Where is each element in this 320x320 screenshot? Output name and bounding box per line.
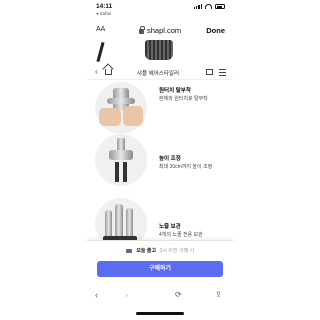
url-text: shapl.com bbox=[147, 26, 182, 35]
feature-image bbox=[95, 82, 147, 134]
shipping-info: 오늘 출고 3시 이전 구매 시 bbox=[87, 247, 233, 254]
shipping-title: 오늘 출고 bbox=[136, 248, 157, 254]
site-nav: ‹ 샤플 헤어스타일러 bbox=[87, 66, 233, 80]
shipping-sub: 3시 이전 구매 시 bbox=[159, 248, 195, 254]
feature-image bbox=[95, 134, 147, 186]
battery-icon bbox=[215, 4, 225, 9]
status-time: 14:11 bbox=[96, 3, 113, 10]
feature-title: 노즐 보관 bbox=[159, 224, 181, 230]
feature-title: 원터치 탈부착 bbox=[159, 88, 191, 94]
purchase-sheet: 오늘 출고 3시 이전 구매 시 구매하기 bbox=[87, 240, 233, 288]
hero-image bbox=[87, 40, 233, 64]
brand-title[interactable]: 샤플 헤어스타일러 bbox=[137, 69, 179, 77]
buy-button[interactable]: 구매하기 bbox=[97, 261, 223, 277]
feature-description: 본체와 원터치로 탈부착 bbox=[159, 96, 208, 102]
back-icon[interactable]: ‹ bbox=[95, 67, 98, 76]
mobile-screen: 14:11 ◂ Safari AA shapl.com Done ‹ 샤플 헤어… bbox=[87, 0, 233, 320]
hero-stroke-graphic bbox=[96, 41, 105, 63]
home-indicator[interactable] bbox=[136, 312, 184, 315]
feature-one-touch: 원터치 탈부착 본체와 원터치로 탈부착 bbox=[87, 80, 233, 140]
signal-icon bbox=[193, 4, 202, 9]
bag-icon[interactable] bbox=[206, 69, 213, 75]
status-bar: 14:11 ◂ Safari bbox=[87, 0, 233, 18]
lock-icon bbox=[139, 25, 145, 34]
feature-description: 최대 30cm까지 높이 조정 bbox=[159, 164, 213, 170]
hero-product-image bbox=[145, 40, 173, 60]
text-size-button[interactable]: AA bbox=[96, 26, 105, 33]
truck-icon bbox=[125, 248, 132, 253]
browser-toolbar: ‹ › ⟳ ⇪ bbox=[87, 288, 233, 306]
done-button[interactable]: Done bbox=[206, 26, 225, 35]
address-field[interactable]: shapl.com bbox=[139, 25, 182, 35]
wifi-icon bbox=[205, 4, 212, 9]
feature-description: 4개의 노즐 전용 보관 bbox=[159, 232, 203, 238]
url-bar: AA shapl.com Done bbox=[87, 21, 233, 39]
feature-height-adjust: 높이 조정 최대 30cm까지 높이 조정 bbox=[87, 134, 233, 194]
share-icon[interactable]: ⇪ bbox=[215, 290, 222, 299]
menu-icon[interactable] bbox=[219, 69, 226, 78]
back-to-safari-link[interactable]: ◂ Safari bbox=[96, 11, 111, 17]
reload-icon[interactable]: ⟳ bbox=[175, 290, 182, 299]
home-icon[interactable] bbox=[105, 69, 112, 75]
browser-forward-icon[interactable]: › bbox=[125, 290, 128, 300]
browser-back-icon[interactable]: ‹ bbox=[95, 290, 98, 300]
feature-title: 높이 조정 bbox=[159, 156, 181, 162]
